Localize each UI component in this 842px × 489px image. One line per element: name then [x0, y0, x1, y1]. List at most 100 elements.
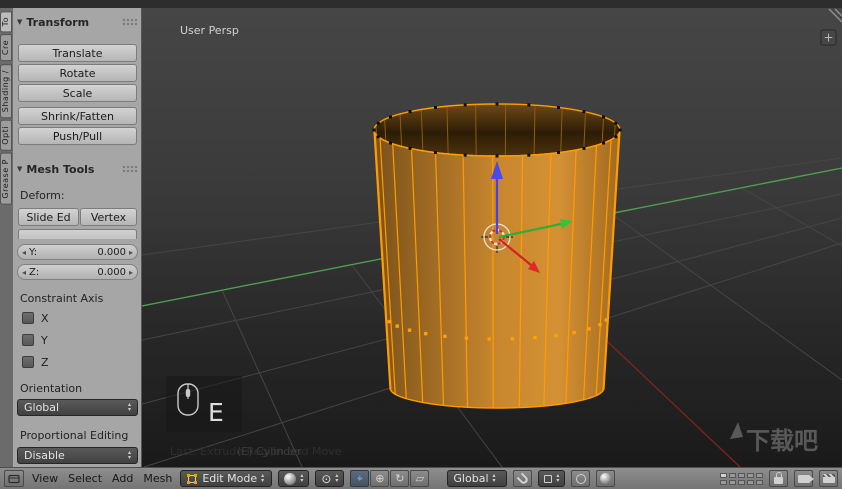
key-press-overlay: E: [166, 376, 242, 432]
orientation-dropdown[interactable]: Global ▴▾: [447, 470, 507, 487]
pivot-center-dropdown[interactable]: ⊙ ▴▾: [315, 470, 344, 487]
constraint-axis-label: Constraint Axis: [20, 292, 103, 305]
viewport-header: View Select Add Mesh Edit Mode ▴▾ ▴▾ ⊙ ▴…: [0, 467, 842, 489]
field-value: 0.000: [97, 267, 126, 278]
layer-cell[interactable]: [738, 480, 745, 485]
redo-y-field[interactable]: ◂ Y: 0.000 ▸: [17, 244, 138, 260]
decrement-icon[interactable]: ◂: [22, 248, 26, 257]
increment-icon[interactable]: ▸: [129, 248, 133, 257]
manipulator-toggles: ⌖ ⊕ ↻ ▱: [350, 470, 429, 487]
checkbox-icon[interactable]: [22, 356, 34, 368]
manipulator-toggle[interactable]: ⌖: [350, 470, 369, 487]
cylinder-mesh[interactable]: [373, 103, 622, 408]
watermark: 下载吧: [730, 422, 818, 455]
menu-view[interactable]: View: [30, 472, 60, 485]
viewport-3d[interactable]: User Persp + E Last: Extrude Region and …: [142, 8, 842, 467]
editor-type-button[interactable]: [4, 470, 24, 487]
render-still-button[interactable]: [794, 470, 813, 487]
rotate-icon: ↻: [395, 473, 404, 484]
tab-shading-uvs[interactable]: Shading /: [0, 64, 12, 118]
mouse-wheel-icon: [186, 389, 190, 397]
mesh-tools-panel-header[interactable]: ▼ Mesh Tools: [17, 162, 137, 176]
layer-cell[interactable]: [756, 473, 763, 478]
proportional-editing-select[interactable]: Disable ▴▾: [17, 447, 138, 464]
snap-toggle[interactable]: [513, 470, 532, 487]
viewport-canvas[interactable]: User Persp + E Last: Extrude Region and …: [142, 8, 842, 467]
tab-grease-pencil[interactable]: Grease P: [0, 153, 12, 205]
occlude-geometry-toggle[interactable]: [596, 470, 615, 487]
plus-icon: +: [823, 31, 833, 45]
scale-button[interactable]: Scale: [18, 84, 137, 102]
viewport-shading-dropdown[interactable]: ▴▾: [278, 470, 309, 487]
checkbox-label: Y: [41, 334, 48, 347]
info-editor-sliver: [0, 0, 842, 8]
shading-sphere-icon: [284, 473, 296, 485]
rotate-button[interactable]: Rotate: [18, 64, 137, 82]
snap-element-dropdown[interactable]: ▴▾: [538, 470, 565, 487]
translate-manipulator-toggle[interactable]: ⊕: [370, 470, 389, 487]
rotate-manipulator-toggle[interactable]: ↻: [390, 470, 409, 487]
panel-grip-icon[interactable]: [122, 18, 137, 26]
menu-add[interactable]: Add: [110, 472, 135, 485]
tab-create[interactable]: Cre: [0, 34, 12, 61]
layer-cell[interactable]: [720, 480, 727, 485]
region-expand-button[interactable]: +: [821, 30, 836, 45]
redo-z-field[interactable]: ◂ Z: 0.000 ▸: [17, 264, 138, 280]
constraint-axis-x[interactable]: X: [22, 311, 49, 325]
proportional-editing-toggle[interactable]: [571, 470, 590, 487]
checkbox-icon[interactable]: [22, 312, 34, 324]
decrement-icon[interactable]: ◂: [22, 268, 26, 277]
menu-mesh[interactable]: Mesh: [141, 472, 174, 485]
selected-option: Disable: [24, 449, 124, 462]
panel-collapse-icon: ▼: [17, 18, 22, 26]
constraint-axis-y[interactable]: Y: [22, 333, 48, 347]
view-name-label: User Persp: [180, 24, 239, 37]
increment-icon[interactable]: ▸: [129, 268, 133, 277]
circle-icon: [576, 474, 586, 484]
pivot-center-icon: ⊙: [321, 473, 331, 485]
translate-icon: ⊕: [375, 473, 384, 484]
menu-select[interactable]: Select: [66, 472, 104, 485]
layer-cell[interactable]: [729, 473, 736, 478]
magnet-icon: [517, 472, 530, 485]
orientation-select[interactable]: Global ▴▾: [17, 399, 138, 416]
constraint-axis-z[interactable]: Z: [22, 355, 49, 369]
3d-view-editor-icon: [7, 473, 21, 485]
layer-cell[interactable]: [720, 473, 727, 478]
dropdown-arrows-icon: ▴▾: [493, 474, 496, 483]
vertex-slide-button[interactable]: Vertex: [80, 208, 137, 226]
camera-icon: [798, 475, 810, 483]
dropdown-arrows-icon: ▴▾: [128, 403, 131, 412]
field-label: Z:: [29, 267, 39, 278]
layer-cell[interactable]: [729, 480, 736, 485]
watermark-logo-icon: [730, 422, 743, 439]
tool-shelf: ▼ Transform Translate Rotate Scale Shrin…: [13, 8, 142, 467]
layer-cell[interactable]: [747, 480, 754, 485]
mode-dropdown[interactable]: Edit Mode ▴▾: [180, 470, 272, 487]
layer-cell[interactable]: [756, 480, 763, 485]
translate-button[interactable]: Translate: [18, 44, 137, 62]
panel-title: Transform: [26, 16, 89, 29]
scale-manipulator-toggle[interactable]: ▱: [410, 470, 429, 487]
layers-widget[interactable]: [720, 473, 763, 485]
checkbox-icon[interactable]: [22, 334, 34, 346]
render-animation-button[interactable]: [819, 470, 838, 487]
layer-cell[interactable]: [747, 473, 754, 478]
tab-tools[interactable]: To: [0, 11, 12, 32]
dropdown-arrows-icon: ▴▾: [556, 474, 559, 483]
field-value: 0.000: [97, 247, 126, 258]
lock-icon: [774, 477, 783, 484]
view-split-corner-icon[interactable]: [829, 9, 842, 22]
toolshelf-tabs: To Cre Shading / Opti Grease P: [0, 8, 13, 467]
lock-button[interactable]: [769, 470, 788, 487]
transform-panel-header[interactable]: ▼ Transform: [17, 15, 137, 29]
panel-grip-icon[interactable]: [122, 165, 137, 173]
layer-cell[interactable]: [738, 473, 745, 478]
clipped-button[interactable]: [18, 229, 137, 239]
field-label: Y:: [29, 247, 37, 258]
shrink-fatten-button[interactable]: Shrink/Fatten: [18, 107, 137, 125]
tab-options[interactable]: Opti: [0, 120, 12, 151]
slide-edge-button[interactable]: Slide Ed: [18, 208, 79, 226]
dropdown-arrows-icon: ▴▾: [335, 474, 338, 483]
push-pull-button[interactable]: Push/Pull: [18, 127, 137, 145]
